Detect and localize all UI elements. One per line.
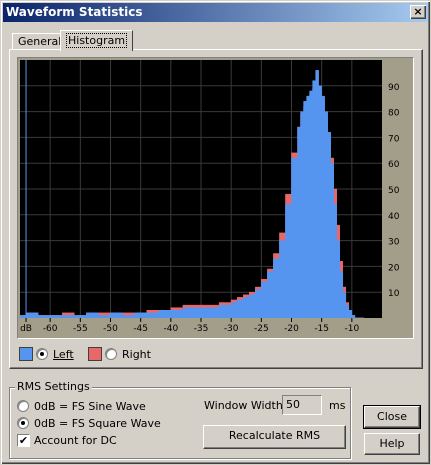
- y-tick-label: 50: [388, 186, 400, 196]
- tab-histogram[interactable]: Histogram: [60, 30, 134, 51]
- x-tick-label: -10: [344, 324, 359, 334]
- left-channel-radio[interactable]: [36, 348, 48, 360]
- y-tick-label: 10: [388, 289, 400, 299]
- right-channel-text: Right: [122, 348, 151, 361]
- y-tick-label: 60: [388, 160, 400, 170]
- window-width-input[interactable]: 50: [282, 395, 322, 415]
- y-tick-label: 70: [388, 134, 400, 144]
- right-color-swatch[interactable]: [88, 347, 102, 361]
- x-tick-label: -25: [254, 324, 269, 334]
- x-tick-label: -50: [103, 324, 118, 334]
- right-channel-radio[interactable]: [105, 348, 117, 360]
- x-tick-label: -35: [194, 324, 209, 334]
- x-tick-label: -30: [224, 324, 239, 334]
- close-button[interactable]: Close: [363, 405, 421, 429]
- y-tick-label: 40: [388, 212, 400, 222]
- y-tick-label: 20: [388, 263, 400, 273]
- x-tick-label: -55: [73, 324, 88, 334]
- tab-general-label: General: [18, 35, 62, 48]
- x-tick-label: -40: [163, 324, 178, 334]
- x-tick-label: -15: [314, 324, 329, 334]
- title-bar: Waveform Statistics ×: [3, 3, 428, 22]
- histogram-svg: 10 20 30 40 50 60 70 80 90 dB -60 -55 -50 -45 -40 -35 -3…: [18, 58, 413, 338]
- account-for-dc-checkbox[interactable]: ✔: [17, 434, 30, 447]
- x-tick-label: -60: [43, 324, 58, 334]
- histogram-chart: 10 20 30 40 50 60 70 80 90 dB -60 -55 -50 -45 -40 -35 -3…: [17, 57, 414, 339]
- right-channel-label: Right: [122, 348, 151, 361]
- help-button[interactable]: Help: [364, 433, 420, 455]
- recalculate-rms-button[interactable]: Recalculate RMS: [203, 425, 346, 449]
- window-title: Waveform Statistics: [6, 5, 143, 19]
- y-tick-label: 90: [388, 83, 400, 93]
- close-window-button[interactable]: ×: [410, 5, 426, 19]
- sine-wave-label: 0dB = FS Sine Wave: [34, 400, 146, 413]
- rms-settings-title: RMS Settings: [15, 380, 92, 393]
- x-tick-label: -20: [284, 324, 299, 334]
- y-tick-label: 80: [388, 109, 400, 119]
- sine-wave-radio[interactable]: [17, 400, 29, 412]
- left-channel-label: Left: [53, 348, 74, 361]
- tab-histogram-label: Histogram: [66, 33, 128, 48]
- window-width-label: Window Width:: [204, 399, 287, 412]
- x-tick-label: dB: [20, 324, 32, 334]
- left-color-swatch[interactable]: [19, 347, 33, 361]
- x-tick-label: -45: [133, 324, 148, 334]
- window-width-unit: ms: [329, 399, 346, 412]
- square-wave-label: 0dB = FS Square Wave: [34, 417, 161, 430]
- account-for-dc-label: Account for DC: [34, 434, 117, 447]
- y-tick-label: 30: [388, 238, 400, 248]
- left-channel-text: Left: [53, 348, 74, 361]
- square-wave-radio[interactable]: [17, 417, 29, 429]
